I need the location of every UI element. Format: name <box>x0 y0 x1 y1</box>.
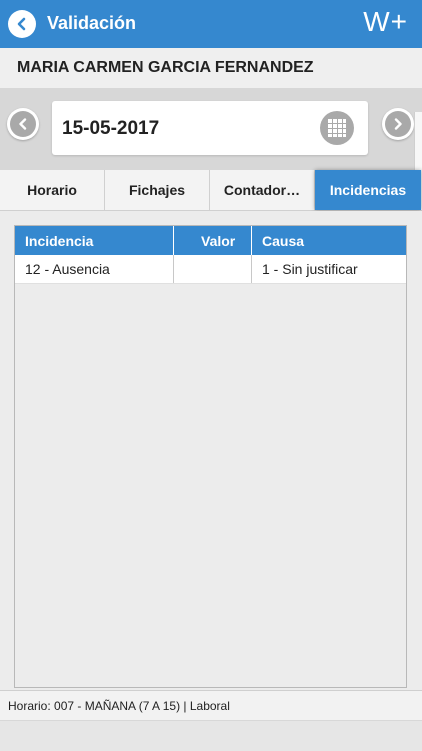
next-day-button[interactable] <box>382 108 414 140</box>
app-bar: Validación W+ <box>0 0 422 48</box>
chevron-left-icon <box>17 17 26 31</box>
column-header-causa[interactable]: Causa <box>252 226 406 255</box>
page-title: Validación <box>47 13 137 33</box>
cell-valor <box>174 255 252 283</box>
date-value: 15-05-2017 <box>62 118 160 139</box>
tab-horario[interactable]: Horario <box>0 170 105 210</box>
column-header-incidencia[interactable]: Incidencia <box>15 226 174 255</box>
calendar-grid-icon <box>328 119 346 137</box>
employee-header: MARIA CARMEN GARCIA FERNANDEZ <box>0 48 422 89</box>
incidencias-table: Incidencia Valor Causa 12 - Ausencia 1 -… <box>14 225 407 688</box>
tab-contadores[interactable]: Contador… <box>210 170 315 210</box>
date-navigator: 15-05-2017 <box>0 88 422 170</box>
table-header: Incidencia Valor Causa <box>15 226 406 255</box>
brand-logo: W+ <box>363 6 408 37</box>
chevron-left-icon <box>19 118 27 130</box>
back-button[interactable] <box>8 10 36 38</box>
chevron-right-icon <box>394 118 402 130</box>
tab-incidencias[interactable]: Incidencias <box>315 170 421 210</box>
date-field[interactable]: 15-05-2017 <box>52 101 368 155</box>
employee-name: MARIA CARMEN GARCIA FERNANDEZ <box>17 59 314 76</box>
tab-bar: Horario Fichajes Contador… Incidencias <box>0 170 422 211</box>
column-header-valor[interactable]: Valor <box>174 226 252 255</box>
calendar-button[interactable] <box>320 111 354 145</box>
tab-content: Incidencia Valor Causa 12 - Ausencia 1 -… <box>0 211 422 689</box>
table-row[interactable]: 12 - Ausencia 1 - Sin justificar <box>15 255 406 284</box>
cell-causa: 1 - Sin justificar <box>262 261 358 277</box>
cell-incidencia: 12 - Ausencia <box>15 255 174 283</box>
tab-fichajes[interactable]: Fichajes <box>105 170 210 210</box>
bottom-strip <box>0 720 422 751</box>
schedule-status-text: Horario: 007 - MAÑANA (7 A 15) | Laboral <box>8 699 230 713</box>
status-bar: Horario: 007 - MAÑANA (7 A 15) | Laboral <box>0 690 422 721</box>
previous-day-button[interactable] <box>7 108 39 140</box>
